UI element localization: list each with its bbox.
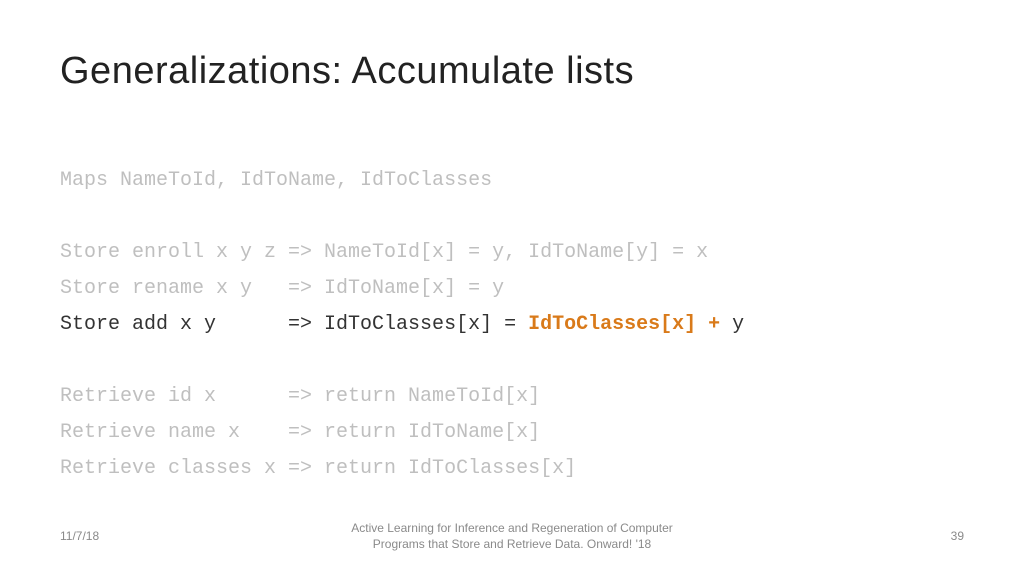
- slide-title: Generalizations: Accumulate lists: [60, 50, 964, 93]
- footer-center-line1: Active Learning for Inference and Regene…: [140, 520, 884, 536]
- footer: 11/7/18 Active Learning for Inference an…: [0, 520, 1024, 552]
- code-store-add-highlight: IdToClasses[x] +: [528, 313, 732, 336]
- code-retrieve-name: Retrieve name x => return IdToName[x]: [60, 421, 540, 444]
- code-store-enroll: Store enroll x y z => NameToId[x] = y, I…: [60, 241, 708, 264]
- code-retrieve-classes: Retrieve classes x => return IdToClasses…: [60, 457, 576, 480]
- footer-center-line2: Programs that Store and Retrieve Data. O…: [140, 536, 884, 552]
- slide: Generalizations: Accumulate lists Maps N…: [0, 0, 1024, 576]
- code-store-add-tail: y: [732, 313, 744, 336]
- code-store-add-left: Store add x y => IdToClasses[x] =: [60, 313, 528, 336]
- footer-center: Active Learning for Inference and Regene…: [140, 520, 884, 552]
- footer-date: 11/7/18: [60, 529, 140, 543]
- code-maps: Maps NameToId, IdToName, IdToClasses: [60, 169, 492, 192]
- code-retrieve-id: Retrieve id x => return NameToId[x]: [60, 385, 540, 408]
- code-block: Maps NameToId, IdToName, IdToClasses Sto…: [60, 127, 964, 487]
- code-store-rename: Store rename x y => IdToName[x] = y: [60, 277, 504, 300]
- footer-page-number: 39: [884, 529, 964, 543]
